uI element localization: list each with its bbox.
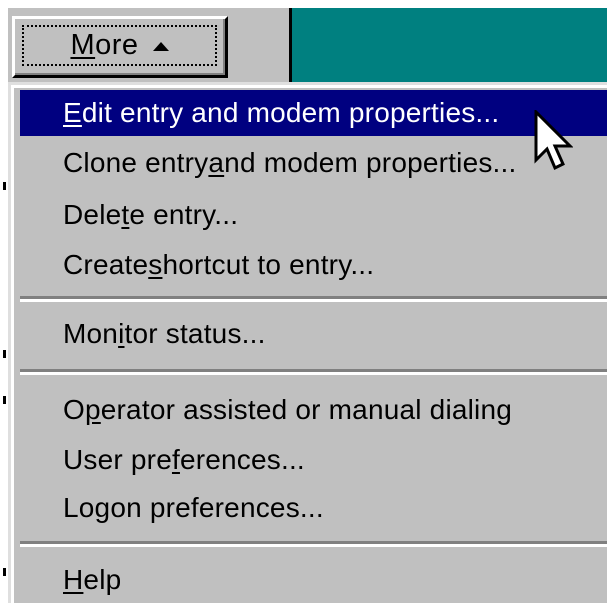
- menu-separator: [20, 541, 607, 547]
- menu-item-clone-entry[interactable]: Clone entry a nd modem properties...: [20, 140, 607, 186]
- more-popup-menu: Edit entry and modem properties... Clone…: [8, 82, 607, 603]
- edge-tick: [3, 350, 6, 358]
- menu-item-create-shortcut[interactable]: Create s hortcut to entry...: [20, 242, 607, 288]
- menu-item-edit-entry[interactable]: Edit entry and modem properties...: [20, 90, 607, 136]
- focus-rectangle: More: [22, 25, 217, 66]
- menu-item-delete-entry[interactable]: Dele t e entry...: [20, 192, 607, 238]
- more-button[interactable]: More: [12, 16, 228, 78]
- menu-item-monitor-status[interactable]: Mon i tor status...: [20, 311, 607, 357]
- edge-tick: [3, 182, 6, 190]
- edge-tick: [3, 396, 6, 404]
- up-triangle-icon: [152, 42, 169, 51]
- menu-item-help[interactable]: Help: [20, 557, 607, 603]
- desktop-background: [289, 8, 607, 82]
- menu-separator: [20, 369, 607, 375]
- menu-separator: [20, 296, 607, 302]
- menu-item-user-preferences[interactable]: User pre f erences...: [20, 437, 607, 483]
- menu-item-logon-preferences[interactable]: Logon preferences...: [20, 485, 607, 531]
- underlying-window-edge: [0, 82, 8, 603]
- more-button-label: More: [70, 29, 139, 61]
- edge-tick: [3, 568, 6, 576]
- screenshot-stage: More Edit entry and modem properties... …: [0, 0, 607, 603]
- menu-item-operator-assisted[interactable]: Op erator assisted or manual dialing: [20, 387, 607, 433]
